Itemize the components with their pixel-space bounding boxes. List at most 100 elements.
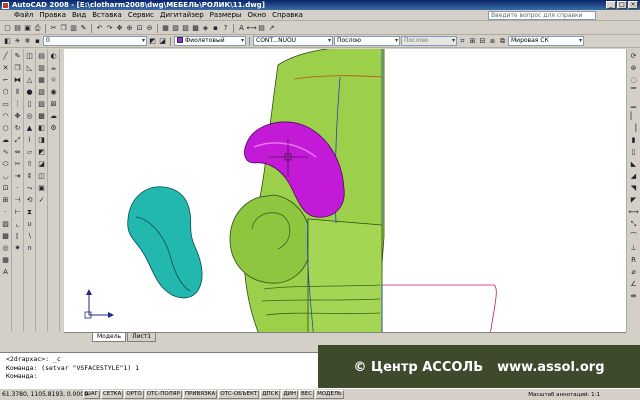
coordinate-readout[interactable]: 61.3780, 1105.8193, 0.0000 [2,391,88,398]
lineweight-toggle[interactable]: ВЕС [298,390,315,399]
sweep-icon[interactable]: ⤳ [25,183,35,193]
drawing-viewport[interactable] [64,49,626,332]
layer-lock-icon[interactable]: ▪ [33,37,42,46]
layer-freeze-icon[interactable]: ❄ [23,37,32,46]
layer-dropdown[interactable]: 0 [43,36,147,46]
style-icon[interactable]: A [237,24,246,33]
print-icon[interactable]: ⎙ [33,24,42,33]
point-icon[interactable]: · [1,207,11,217]
ucs-world-icon[interactable]: ⊞ [468,37,477,46]
linetype-dropdown[interactable]: CONT...NUOU [253,36,333,46]
union-icon[interactable]: ∪ [25,219,35,229]
hatch-icon[interactable]: ▨ [1,219,11,229]
ne-iso-icon[interactable]: ◥ [629,183,639,193]
properties-icon[interactable]: ▦ [161,24,170,33]
layer-previous-icon[interactable]: ◪ [158,37,167,46]
open-icon[interactable]: ▤ [13,24,22,33]
gradient-icon[interactable]: ▩ [1,231,11,241]
new-icon[interactable]: ▢ [3,24,12,33]
box-icon[interactable]: ◫ [25,51,35,61]
dim-arc-icon[interactable]: ⌒ [629,231,639,241]
copy-faces-icon[interactable]: ◧ [37,123,47,133]
dim-aligned-icon[interactable]: ⤡ [629,219,639,229]
sheet-set-icon[interactable]: ▩ [191,24,200,33]
arc-icon[interactable]: ◠ [1,111,11,121]
help-search-input[interactable]: Введите вопрос для справки [488,11,596,20]
rotate-icon[interactable]: ↻ [13,123,23,133]
grid-toggle[interactable]: СЕТКА [101,390,124,399]
menu-digitizer[interactable]: Дигитайзер [160,11,204,19]
intersect-icon[interactable]: ∩ [25,243,35,253]
tool-palettes-icon[interactable]: ▨ [181,24,190,33]
help-icon[interactable]: ? [221,24,230,33]
cone-icon[interactable]: △ [25,75,35,85]
sphere-icon[interactable]: ● [25,87,35,97]
orbit-icon[interactable]: ⟳ [629,51,639,61]
multileader-style-icon[interactable]: ↗ [267,24,276,33]
mapping-icon[interactable]: ⊠ [49,99,59,109]
ucs-previous-icon[interactable]: ⊟ [478,37,487,46]
taper-faces-icon[interactable]: ▩ [37,111,47,121]
spline-icon[interactable]: ∿ [1,147,11,157]
menu-window[interactable]: Окно [247,11,266,19]
fillet-icon[interactable]: ⌊ [13,231,23,241]
copy-icon[interactable]: ❐ [59,24,68,33]
redo-icon[interactable]: ↷ [105,24,114,33]
menu-file[interactable]: Файл [14,11,33,19]
polyline-icon[interactable]: ⌐ [1,75,11,85]
break-icon[interactable]: ⊣ [13,195,23,205]
osnap-toggle[interactable]: ПРИВЯЗКА [182,390,218,399]
offset-icon[interactable]: ⫴ [13,87,23,97]
ucs-object-icon[interactable]: ⧉ [498,37,507,46]
materials-icon[interactable]: ◉ [49,87,59,97]
chamfer-icon[interactable]: ⌞ [13,219,23,229]
make-current-layer-icon[interactable]: ◩ [148,37,157,46]
sw-iso-icon[interactable]: ◣ [629,159,639,169]
undo-icon[interactable]: ↶ [95,24,104,33]
line-icon[interactable]: ╱ [1,51,11,61]
view-left-icon[interactable]: ▏ [629,111,639,121]
dim-ordinate-icon[interactable]: ⊥ [629,243,639,253]
lights-icon[interactable]: ☼ [49,75,59,85]
close-button[interactable]: × [628,1,638,9]
ucs-face-icon[interactable]: ⧈ [488,37,497,46]
scale-icon[interactable]: ⤢ [13,135,23,145]
tab-layout1[interactable]: Лист1 [127,333,157,342]
maximize-button[interactable]: □ [617,1,627,9]
extrude-faces-icon[interactable]: ▤ [37,51,47,61]
se-iso-icon[interactable]: ◢ [629,171,639,181]
clean-icon[interactable]: ◪ [37,159,47,169]
break-at-point-icon[interactable]: ⋅ [13,183,23,193]
wedge-icon[interactable]: ◺ [25,63,35,73]
shell-icon[interactable]: ▣ [37,183,47,193]
revcloud-icon[interactable]: ☁ [1,135,11,145]
render-icon[interactable]: ☕ [49,63,59,73]
insert-block-icon[interactable]: ⊡ [1,183,11,193]
construction-line-icon[interactable]: ✕ [1,63,11,73]
make-block-icon[interactable]: ⊞ [1,195,11,205]
plotstyle-dropdown[interactable]: Послою [401,36,457,46]
tab-model[interactable]: Модель [92,333,127,342]
move-faces-icon[interactable]: ▥ [37,63,47,73]
dimstyle-icon[interactable]: ⟷ [246,24,256,33]
dim-angular-icon[interactable]: ∠ [629,279,639,289]
join-icon[interactable]: ⊢ [13,207,23,217]
otrack-toggle[interactable]: ОТС-ОБЪЕКТ [218,390,260,399]
cut-icon[interactable]: ✂ [49,24,58,33]
autocad-app-icon[interactable] [2,1,9,9]
snap-toggle[interactable]: ШАГ [83,390,100,399]
table-style-icon[interactable]: ▤ [257,24,266,33]
extend-icon[interactable]: ⇥ [13,171,23,181]
presspull-icon[interactable]: ⇕ [25,171,35,181]
dim-linear-icon[interactable]: ⟷ [628,207,638,217]
ellipse-icon[interactable]: ⬭ [1,159,11,169]
menu-tools[interactable]: Сервис [128,11,154,19]
match-properties-icon[interactable]: ✎ [79,24,88,33]
offset-faces-icon[interactable]: ▦ [37,75,47,85]
table-icon[interactable]: ▦ [1,255,11,265]
view-bottom-icon[interactable]: ▁ [629,99,639,109]
menu-dimensions[interactable]: Размеры [210,11,242,19]
mtext-icon[interactable]: A [1,267,11,277]
zoom-window-icon[interactable]: ⊡ [135,24,144,33]
copy-object-icon[interactable]: ❐ [13,63,23,73]
